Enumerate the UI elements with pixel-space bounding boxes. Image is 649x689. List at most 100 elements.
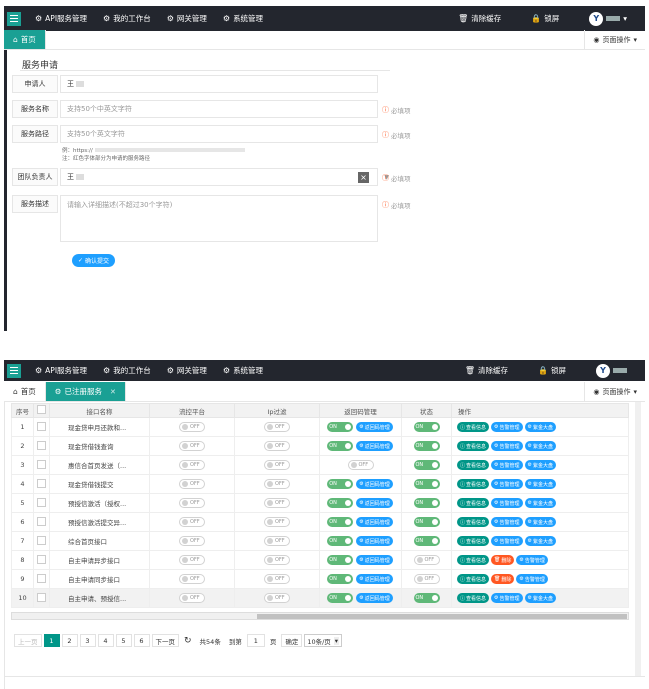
view-info-button[interactable]: ⓘ 查看信息 bbox=[457, 460, 490, 470]
toggle-switch[interactable]: ON bbox=[327, 441, 354, 451]
toggle-switch[interactable]: ON bbox=[413, 536, 440, 546]
user-menu[interactable]: Y bbox=[596, 363, 627, 378]
toggle-switch[interactable]: OFF bbox=[179, 536, 205, 546]
view-info-button[interactable]: ⓘ 查看信息 bbox=[457, 517, 490, 527]
horizontal-scrollbar[interactable] bbox=[11, 612, 629, 620]
row-select[interactable] bbox=[33, 436, 50, 456]
row-select[interactable] bbox=[33, 550, 50, 570]
row-select[interactable] bbox=[33, 455, 50, 475]
alert-manage-button[interactable]: ⚙ 告警管理 bbox=[491, 441, 523, 451]
page-input[interactable]: 1 bbox=[246, 634, 265, 647]
toggle-switch[interactable]: ON bbox=[413, 441, 440, 451]
select-all-checkbox[interactable] bbox=[37, 405, 46, 414]
delete-button[interactable]: 🗑 删除 bbox=[491, 555, 515, 565]
table-row[interactable]: 2 现金贷借钱查询 OFF OFF ON ⚙ 返回码管理 ON ⓘ 查看信息 ⚙ 告警管理 ⚙ 紫金大盘 bbox=[11, 436, 629, 456]
return-code-button[interactable]: ⚙ 返回码管理 bbox=[356, 479, 393, 489]
dashboard-button[interactable]: ⚙ 紫金大盘 bbox=[524, 498, 557, 508]
nav-system[interactable]: ⚙ 系统管理 bbox=[223, 13, 263, 24]
view-info-button[interactable]: ⓘ 查看信息 bbox=[457, 498, 490, 508]
return-code-button[interactable]: ⚙ 返回码管理 bbox=[356, 498, 393, 508]
toggle-switch[interactable]: ON bbox=[327, 536, 354, 546]
close-icon[interactable]: × bbox=[358, 172, 369, 183]
row-select[interactable] bbox=[33, 417, 50, 437]
table-row[interactable]: 1 现金贷申月还款和... OFF OFF ON ⚙ 返回码管理 ON ⓘ 查看信息 ⚙ 告警管理 ⚙… bbox=[11, 417, 629, 437]
view-info-button[interactable]: ⓘ 查看信息 bbox=[457, 422, 490, 432]
view-info-button[interactable]: ⓘ 查看信息 bbox=[457, 441, 490, 451]
nav-api-service[interactable]: ⚙ API服务管理 bbox=[35, 365, 87, 376]
toggle-switch[interactable]: ON bbox=[413, 498, 440, 508]
toggle-switch[interactable]: OFF bbox=[264, 479, 290, 489]
page-size-select[interactable]: 10条/页 ▾ bbox=[304, 634, 343, 647]
toggle-switch[interactable]: OFF bbox=[264, 517, 290, 527]
alert-manage-button[interactable]: ⚙ 告警管理 bbox=[491, 498, 523, 508]
page-button[interactable]: 1 bbox=[43, 634, 60, 647]
tab-home[interactable]: ⌂ 首页 bbox=[4, 30, 46, 49]
toggle-switch[interactable]: OFF bbox=[264, 441, 290, 451]
toggle-switch[interactable]: ON bbox=[327, 593, 354, 603]
toggle-switch[interactable]: ON bbox=[413, 479, 440, 489]
toggle-switch[interactable]: OFF bbox=[264, 536, 290, 546]
alert-manage-button[interactable]: ⚙ 告警管理 bbox=[516, 555, 548, 565]
row-checkbox[interactable] bbox=[37, 478, 46, 488]
toggle-switch[interactable]: OFF bbox=[264, 498, 290, 508]
row-select[interactable] bbox=[33, 531, 50, 551]
submit-button[interactable]: ✓ 确认提交 bbox=[72, 254, 116, 267]
alert-manage-button[interactable]: ⚙ 告警管理 bbox=[491, 460, 523, 470]
return-code-button[interactable]: ⚙ 返回码管理 bbox=[356, 422, 393, 432]
description-textarea[interactable]: 请输入详细描述(不超过30个字符) bbox=[60, 195, 378, 242]
page-button[interactable]: 5 bbox=[115, 634, 132, 647]
dashboard-button[interactable]: ⚙ 紫金大盘 bbox=[524, 593, 557, 603]
toggle-switch[interactable]: OFF bbox=[413, 555, 440, 565]
row-select[interactable] bbox=[33, 512, 50, 532]
goto-confirm-button[interactable]: 确定 bbox=[281, 634, 303, 647]
table-row[interactable]: 7 综合首页接口 OFF OFF ON ⚙ 返回码管理 ON ⓘ 查看信息 ⚙ 告警管理 ⚙ 紫金大盘 bbox=[11, 531, 629, 551]
toggle-switch[interactable]: OFF bbox=[179, 574, 205, 584]
table-row[interactable]: 4 现金贷借钱提交 OFF OFF ON ⚙ 返回码管理 ON ⓘ 查看信息 ⚙ 告警管理 ⚙ 紫金大盘 bbox=[11, 474, 629, 494]
scroll-thumb[interactable] bbox=[257, 614, 627, 619]
row-checkbox[interactable] bbox=[37, 535, 46, 545]
toggle-switch[interactable]: OFF bbox=[179, 422, 205, 432]
toggle-switch[interactable]: OFF bbox=[264, 574, 290, 584]
return-code-button[interactable]: ⚙ 返回码管理 bbox=[356, 593, 393, 603]
nav-workbench[interactable]: ⚙ 我的工作台 bbox=[103, 365, 151, 376]
table-row[interactable]: 3 惠信合首页发送（... OFF OFF OFF ON ⓘ 查看信息 ⚙ 告警管理 ⚙ 紫金大盘 bbox=[11, 455, 629, 475]
service-path-input[interactable]: 支持50个英文字符 bbox=[60, 125, 378, 143]
col-select[interactable] bbox=[33, 403, 50, 418]
table-row[interactable]: 8 自主申请异步接口 OFF OFF ON ⚙ 返回码管理 OFF ⓘ 查看信息 🗑 删除 ⚙ 告警管理 bbox=[11, 550, 629, 570]
view-info-button[interactable]: ⓘ 查看信息 bbox=[457, 555, 490, 565]
next-page-button[interactable]: 下一页 bbox=[151, 634, 179, 647]
toggle-switch[interactable]: ON bbox=[327, 422, 354, 432]
nav-workbench[interactable]: ⚙ 我的工作台 bbox=[103, 13, 151, 24]
table-row[interactable]: 9 自主申请同步接口 OFF OFF ON ⚙ 返回码管理 OFF ⓘ 查看信息 🗑 删除 ⚙ 告警管理 bbox=[11, 569, 629, 589]
toggle-switch[interactable]: OFF bbox=[264, 555, 290, 565]
clear-cache-button[interactable]: 🗑 清除缓存 bbox=[458, 13, 501, 24]
menu-toggle-icon[interactable] bbox=[7, 363, 21, 378]
row-checkbox[interactable] bbox=[37, 592, 46, 602]
lock-screen-button[interactable]: 🔒 锁屏 bbox=[538, 365, 566, 376]
alert-manage-button[interactable]: ⚙ 告警管理 bbox=[491, 593, 523, 603]
nav-api-service[interactable]: ⚙ API服务管理 bbox=[35, 13, 87, 24]
row-select[interactable] bbox=[33, 569, 50, 589]
toggle-switch[interactable]: ON bbox=[327, 517, 354, 527]
view-info-button[interactable]: ⓘ 查看信息 bbox=[457, 593, 490, 603]
toggle-switch[interactable]: OFF bbox=[179, 498, 205, 508]
table-row[interactable]: 10 自主申请、预授信... OFF OFF ON ⚙ 返回码管理 ON ⓘ 查看信息 ⚙ 告警管理… bbox=[11, 588, 629, 608]
toggle-switch[interactable]: ON bbox=[327, 479, 354, 489]
page-button[interactable]: 6 bbox=[133, 634, 150, 647]
team-lead-select[interactable]: 王 × ▼ bbox=[60, 168, 389, 186]
dashboard-button[interactable]: ⚙ 紫金大盘 bbox=[524, 422, 557, 432]
view-info-button[interactable]: ⓘ 查看信息 bbox=[457, 536, 490, 546]
page-button[interactable]: 4 bbox=[97, 634, 114, 647]
page-button[interactable]: 3 bbox=[79, 634, 96, 647]
return-code-button[interactable]: ⚙ 返回码管理 bbox=[356, 536, 393, 546]
toggle-switch[interactable]: ON bbox=[413, 593, 440, 603]
row-checkbox[interactable] bbox=[37, 497, 46, 507]
toggle-switch[interactable]: OFF bbox=[264, 422, 290, 432]
toggle-switch[interactable]: OFF bbox=[179, 460, 205, 470]
toggle-switch[interactable]: ON bbox=[413, 460, 440, 470]
user-menu[interactable]: Y ▾ bbox=[589, 11, 627, 26]
row-checkbox[interactable] bbox=[37, 440, 46, 450]
row-checkbox[interactable] bbox=[37, 516, 46, 526]
toggle-switch[interactable]: OFF bbox=[179, 479, 205, 489]
return-code-button[interactable]: ⚙ 返回码管理 bbox=[356, 517, 393, 527]
